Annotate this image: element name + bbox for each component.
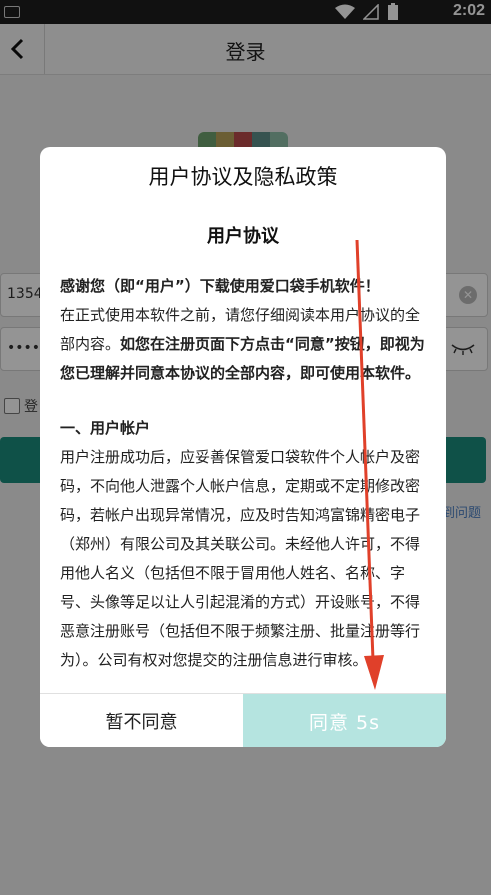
agreement-dialog: 用户协议及隐私政策 用户协议 感谢您（即“用户”）下载使用爱口袋手机软件！ 在正… <box>40 147 446 747</box>
section-heading: 一、用户帐户 <box>60 419 151 437</box>
agree-button[interactable]: 同意 5s <box>243 694 446 747</box>
agreement-content: 感谢您（即“用户”）下载使用爱口袋手机软件！ 在正式使用本软件之前，请您仔细阅读… <box>40 272 446 675</box>
intro-paragraph: 在正式使用本软件之前，请您仔细阅读本用户协议的全部内容。如您在注册页面下方点击“… <box>60 301 426 388</box>
intro-bold: 感谢您（即“用户”）下载使用爱口袋手机软件！ <box>60 277 380 295</box>
agreement-subtitle: 用户协议 <box>207 226 279 247</box>
dialog-footer: 暂不同意 同意 5s <box>40 693 446 747</box>
disagree-button[interactable]: 暂不同意 <box>40 694 243 747</box>
dialog-title: 用户协议及隐私政策 <box>148 165 338 189</box>
section-text: 用户注册成功后，应妥善保管爱口袋软件个人帐户及密码，不向他人泄露个人帐户信息，定… <box>60 448 421 669</box>
agreement-scroll-area[interactable]: 用户协议 感谢您（即“用户”）下载使用爱口袋手机软件！ 在正式使用本软件之前，请… <box>40 207 446 693</box>
